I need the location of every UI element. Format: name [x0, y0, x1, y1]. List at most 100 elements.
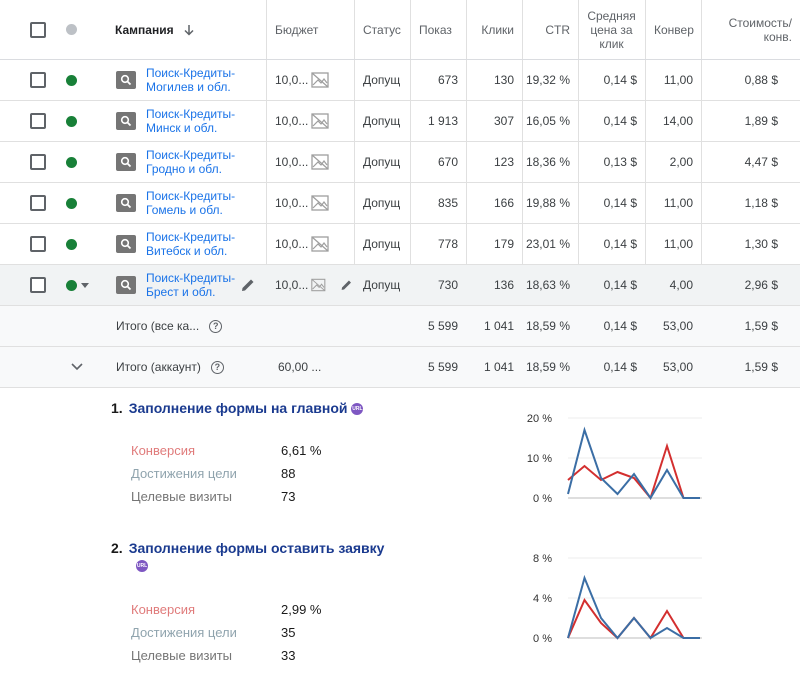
clicks-value: 130: [493, 73, 514, 87]
campaign-link[interactable]: Поиск-Кредиты-Могилев и обл.: [146, 66, 246, 94]
total-ctr: 18,59 %: [525, 319, 570, 333]
expand-cell[interactable]: [70, 347, 90, 387]
image-placeholder-icon: [311, 278, 326, 292]
goal-1-number: 1.: [111, 400, 123, 416]
row-select-cell[interactable]: [30, 224, 50, 264]
image-placeholder-icon: [311, 72, 330, 88]
row-budget-cell: 10,0...: [275, 60, 353, 100]
table-row[interactable]: Поиск-Кредиты-Гомель и обл. 10,0... Допу…: [0, 183, 800, 224]
clicks-value: 307: [493, 114, 514, 128]
row-checkbox[interactable]: [30, 277, 46, 293]
impressions-value: 670: [437, 155, 458, 169]
search-icon: [116, 153, 136, 171]
header-impressions[interactable]: Показ: [419, 0, 465, 59]
row-status-cell[interactable]: [66, 265, 96, 305]
header-ctr[interactable]: CTR: [522, 0, 578, 59]
campaign-link[interactable]: Поиск-Кредиты-Гомель и обл.: [146, 189, 246, 217]
help-circle-icon[interactable]: ?: [210, 360, 224, 374]
row-checkbox[interactable]: [30, 72, 46, 88]
clicks-value: 166: [493, 196, 514, 210]
impressions-value: 1 913: [427, 114, 458, 128]
account-total-ctr: 18,59 %: [525, 360, 570, 374]
campaign-link[interactable]: Поиск-Кредиты-Брест и обл.: [146, 271, 246, 299]
goal-2-number: 2.: [111, 540, 123, 556]
goal-2-achievements-value: 35: [281, 625, 296, 640]
select-all-checkbox[interactable]: [30, 21, 46, 38]
row-campaign-cell: Поиск-Кредиты-Брест и обл.: [116, 265, 266, 305]
goal-2-conversion-value: 2,99 %: [281, 602, 322, 617]
header-status[interactable]: Статус: [363, 0, 409, 59]
table-row[interactable]: Поиск-Кредиты-Гродно и обл. 10,0... Допу…: [0, 142, 800, 183]
status-value: Допущ: [363, 278, 401, 292]
impressions-value: 835: [437, 196, 458, 210]
row-budget-cell: 10,0...: [275, 183, 353, 223]
header-avg-cpc[interactable]: Средняя цена за клик: [578, 0, 645, 59]
row-status-cell[interactable]: [66, 60, 96, 100]
search-icon: [116, 71, 136, 89]
status-enabled-icon: [66, 197, 77, 209]
row-status-cell[interactable]: [66, 183, 96, 223]
campaign-link[interactable]: Поиск-Кредиты-Витебск и обл.: [146, 230, 246, 258]
status-value: Допущ: [363, 114, 401, 128]
row-checkbox[interactable]: [30, 113, 46, 129]
row-status-cell[interactable]: [66, 142, 96, 182]
goal-2-visits-label: Целевые визиты: [131, 648, 233, 663]
chevron-down-icon[interactable]: [70, 362, 84, 372]
row-checkbox[interactable]: [30, 195, 46, 211]
table-row[interactable]: Поиск-Кредиты-Витебск и обл. 10,0... Доп…: [0, 224, 800, 265]
table-row[interactable]: Поиск-Кредиты-Минск и обл. 10,0... Допущ…: [0, 101, 800, 142]
account-total-conversions: 53,00: [662, 360, 693, 374]
row-status-cell[interactable]: [66, 224, 96, 264]
row-budget-cell: 10,0...: [275, 101, 353, 141]
clicks-value: 136: [493, 278, 514, 292]
header-clicks[interactable]: Клики: [466, 0, 522, 59]
image-placeholder-icon: [311, 154, 330, 170]
goal-1-conversion-chart: 0 % 10 % 20 %: [527, 413, 702, 505]
row-checkbox[interactable]: [30, 154, 46, 170]
account-total-budget: 60,00 ...: [278, 360, 322, 374]
goal-1-title[interactable]: 1. Заполнение формы на главной URL: [111, 400, 364, 416]
status-value: Допущ: [363, 155, 401, 169]
campaign-link[interactable]: Поиск-Кредиты-Гродно и обл.: [146, 148, 246, 176]
row-status-cell[interactable]: [66, 101, 96, 141]
budget-value: 10,0...: [275, 114, 309, 128]
row-budget-cell: 10,0...: [275, 224, 353, 264]
row-checkbox[interactable]: [30, 236, 46, 252]
impressions-value: 778: [437, 237, 458, 251]
pencil-icon[interactable]: [240, 277, 256, 293]
chart-y-tick-label: 8 %: [533, 553, 552, 565]
row-select-cell[interactable]: [30, 183, 50, 223]
conversions-value: 14,00: [662, 114, 693, 128]
table-row[interactable]: Поиск-Кредиты-Могилев и обл. 10,0... Доп…: [0, 60, 800, 101]
pencil-icon[interactable]: [340, 277, 353, 293]
ctr-value: 18,63 %: [525, 278, 570, 292]
image-placeholder-icon: [311, 113, 330, 129]
select-all-cell[interactable]: [30, 0, 50, 59]
ctr-value: 16,05 %: [525, 114, 570, 128]
header-cost-per-conv[interactable]: Стоимость/ конв.: [701, 0, 800, 59]
row-campaign-cell: Поиск-Кредиты-Витебск и обл.: [116, 224, 266, 264]
header-conversions[interactable]: Конвер: [654, 0, 700, 59]
help-circle-icon[interactable]: ?: [209, 319, 223, 333]
account-total-impressions: 5 599: [427, 360, 458, 374]
row-select-cell[interactable]: [30, 101, 50, 141]
row-select-cell[interactable]: [30, 142, 50, 182]
status-value: Допущ: [363, 73, 401, 87]
header-budget[interactable]: Бюджет: [275, 0, 350, 59]
goal-2-conversion-label: Конверсия: [131, 602, 196, 617]
total-row-all-campaigns: Итого (все ка... ? 5 599 1 041 18,59 % 0…: [0, 306, 800, 347]
cost-per-conv-value: 4,47 $: [744, 155, 778, 169]
status-dot-header: [66, 0, 80, 59]
goal-2-title[interactable]: 2. Заполнение формы оставить заявку: [111, 540, 431, 556]
table-row[interactable]: Поиск-Кредиты-Брест и обл. 10,0... Допущ…: [0, 265, 800, 306]
row-select-cell[interactable]: [30, 265, 50, 305]
search-icon: [116, 235, 136, 253]
header-campaign[interactable]: Кампания: [115, 0, 265, 59]
status-dropdown-caret-icon[interactable]: [81, 282, 89, 288]
campaign-link[interactable]: Поиск-Кредиты-Минск и обл.: [146, 107, 246, 135]
conversions-value: 4,00: [669, 278, 693, 292]
goal-1-visits-label: Целевые визиты: [131, 489, 233, 504]
chart-y-tick-label: 20 %: [527, 413, 552, 425]
goal-1-visits-value: 73: [281, 489, 296, 504]
row-select-cell[interactable]: [30, 60, 50, 100]
